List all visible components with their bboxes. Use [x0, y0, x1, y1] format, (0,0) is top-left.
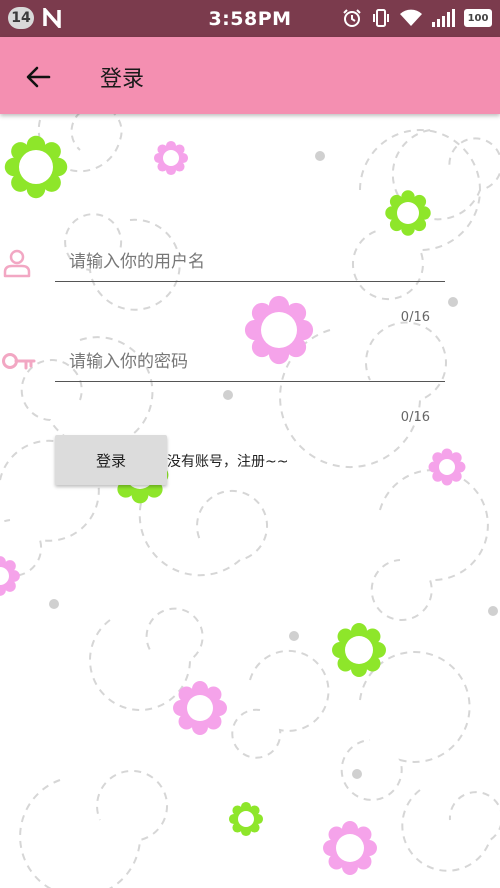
arrow-left-icon — [26, 66, 51, 88]
wifi-icon — [400, 9, 422, 26]
background-pattern — [0, 114, 500, 888]
username-row: 0/16 — [0, 240, 500, 330]
page-title: 登录 — [100, 67, 145, 92]
username-input[interactable] — [55, 242, 445, 282]
alarm-icon — [343, 9, 361, 27]
user-icon — [3, 249, 31, 278]
status-bar: 14 3:58PM 100 — [0, 0, 500, 37]
login-button[interactable]: 登录 — [55, 435, 167, 485]
vibrate-icon — [373, 9, 389, 27]
key-icon — [2, 353, 36, 370]
signal-icon — [432, 9, 455, 27]
back-button[interactable] — [20, 59, 56, 95]
app-bar: 登录 — [0, 37, 500, 114]
password-row: 0/16 — [0, 340, 500, 430]
register-link[interactable]: 没有账号，注册~~ — [167, 451, 288, 471]
password-counter: 0/16 — [400, 410, 430, 425]
battery-icon: 100 — [464, 9, 492, 27]
username-counter: 0/16 — [400, 310, 430, 325]
password-input[interactable] — [55, 342, 445, 382]
